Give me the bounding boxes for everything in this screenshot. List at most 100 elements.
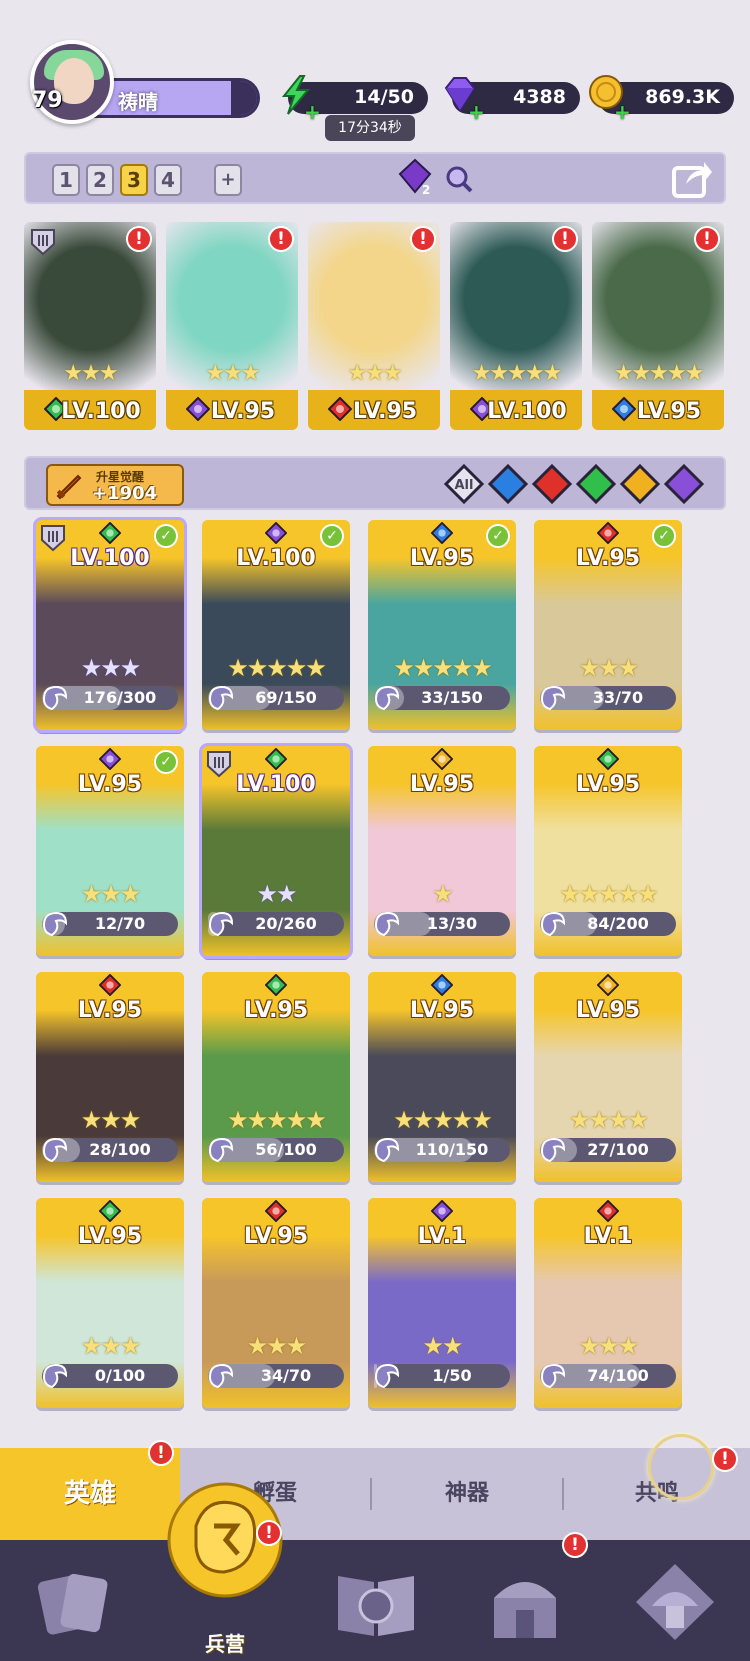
- star-rating: ★★★★★: [227, 1106, 327, 1134]
- team-bar: 1234 + 2: [24, 152, 726, 204]
- shard-progress-bar: 0/100: [42, 1363, 178, 1389]
- svg-text:2: 2: [422, 183, 430, 197]
- hero-level: LV.95: [352, 399, 418, 424]
- map-book-icon: [338, 1576, 414, 1636]
- team-slot-button[interactable]: 2: [86, 164, 114, 196]
- deployed-hero-card[interactable]: ★★★ LV.95!: [166, 222, 298, 430]
- shard-count: 27/100: [587, 1140, 649, 1159]
- awaken-value: +1904: [92, 483, 158, 504]
- gem-resource[interactable]: + 4388: [444, 77, 580, 124]
- tab-heroes-label: 英雄: [63, 1479, 116, 1509]
- hero-card[interactable]: ✓ LV.95 ★★★★★ 33/150: [368, 520, 516, 730]
- hero-level: LV.95: [210, 399, 276, 424]
- hero-card[interactable]: LV.1 ★★★ 74/100: [534, 1198, 682, 1408]
- alert-badge: !: [410, 226, 436, 252]
- team-slot-button[interactable]: 1: [52, 164, 80, 196]
- gold-resource[interactable]: + 869.3K: [589, 75, 734, 124]
- red-element-icon: [99, 974, 121, 996]
- shard-count: 56/100: [255, 1140, 317, 1159]
- filter-dark-icon[interactable]: [664, 464, 704, 504]
- shard-progress-bar: 176/300: [42, 685, 178, 711]
- red-element-icon: [597, 522, 619, 544]
- filter-nature-icon[interactable]: [576, 464, 616, 504]
- hero-card[interactable]: LV.100 ★★ 20/260: [202, 746, 350, 956]
- hero-level: LV.95: [636, 399, 702, 424]
- star-rating: ★★★★★: [393, 1106, 493, 1134]
- hero-level: LV.95: [575, 998, 641, 1023]
- hero-card[interactable]: LV.95 ★★★★ 27/100: [534, 972, 682, 1182]
- hero-level: LV.95: [77, 772, 143, 797]
- shard-icon: [374, 685, 400, 711]
- shard-progress-bar: 20/260: [208, 911, 344, 937]
- shard-icon: [42, 911, 68, 937]
- add-team-button[interactable]: +: [214, 164, 242, 196]
- team-slot-button[interactable]: 3: [120, 164, 148, 196]
- hero-card[interactable]: LV.95 ★★★★★ 84/200: [534, 746, 682, 956]
- shard-icon: [374, 1363, 400, 1389]
- shard-count: 1/50: [432, 1366, 472, 1385]
- energy-value: 14/50: [354, 86, 414, 108]
- blue-element-icon: [431, 522, 453, 544]
- hero-card[interactable]: ✓ LV.95 ★★★ 12/70: [36, 746, 184, 956]
- hero-card[interactable]: LV.95 ★★★ 28/100: [36, 972, 184, 1182]
- team-slot-button[interactable]: 4: [154, 164, 182, 196]
- purple-element-icon: [99, 748, 121, 770]
- hero-card[interactable]: ✓ LV.95 ★★★ 33/70: [534, 520, 682, 730]
- tab-artifact[interactable]: 神器: [372, 1448, 562, 1540]
- star-rating: ★★★★★: [471, 361, 563, 386]
- nav-cards[interactable]: [0, 1540, 150, 1661]
- filter-fire-icon[interactable]: [532, 464, 572, 504]
- check-icon: ✓: [154, 524, 178, 548]
- sparkle-ring-icon[interactable]: [648, 1434, 714, 1500]
- shard-progress-bar: 27/100: [540, 1137, 676, 1163]
- filter-water-icon[interactable]: [488, 464, 528, 504]
- deployed-hero-card[interactable]: ★★★ LV.100!: [24, 222, 156, 430]
- add-gold-icon[interactable]: +: [614, 100, 631, 124]
- green-element-icon: [597, 748, 619, 770]
- nav-barracks[interactable]: 兵营 !: [166, 1482, 284, 1661]
- heroes-alert-badge: !: [148, 1440, 174, 1466]
- add-energy-icon[interactable]: +: [304, 100, 321, 124]
- nav-map[interactable]: [300, 1540, 450, 1661]
- hero-card[interactable]: LV.1 ★★ 1/50: [368, 1198, 516, 1408]
- gold-value: 869.3K: [645, 86, 720, 108]
- alert-badge: !: [126, 226, 152, 252]
- hero-level: LV.95: [575, 546, 641, 571]
- hero-card[interactable]: LV.95 ★ 13/30: [368, 746, 516, 956]
- deployed-hero-card[interactable]: ★★★★★ LV.95!: [592, 222, 724, 430]
- shard-progress-bar: 34/70: [208, 1363, 344, 1389]
- nav-barracks-label: 兵营: [205, 1632, 245, 1656]
- hero-card[interactable]: LV.95 ★★★★★ 56/100: [202, 972, 350, 1182]
- star-rating: ★★★★★: [227, 654, 327, 682]
- hero-level: LV.95: [575, 772, 641, 797]
- team-gem-icon[interactable]: 2: [396, 158, 434, 198]
- shard-count: 84/200: [587, 914, 649, 933]
- filter-light-icon[interactable]: [620, 464, 660, 504]
- tab-artifact-label: 神器: [444, 1481, 489, 1506]
- deployed-hero-card[interactable]: ★★★★★ LV.100!: [450, 222, 582, 430]
- tab-heroes[interactable]: 英雄 !: [0, 1440, 180, 1540]
- hero-level: LV.100: [236, 772, 316, 797]
- shard-icon: [42, 1363, 68, 1389]
- red-element-icon: [265, 1200, 287, 1222]
- add-gem-icon[interactable]: +: [468, 100, 485, 124]
- shard-progress-bar: 56/100: [208, 1137, 344, 1163]
- star-awaken-button[interactable]: 升星觉醒 +1904: [46, 464, 184, 506]
- energy-resource[interactable]: + 14/50: [281, 75, 428, 124]
- hero-card[interactable]: LV.95 ★★★★★ 110/150: [368, 972, 516, 1182]
- red-element-icon: [597, 1200, 619, 1222]
- nav-mushroom[interactable]: [600, 1540, 750, 1661]
- shard-count: 33/150: [421, 688, 483, 707]
- shard-progress-bar: 12/70: [42, 911, 178, 937]
- hero-card[interactable]: ✓ LV.100 ★★★ 176/300: [36, 520, 184, 730]
- deployed-hero-card[interactable]: ★★★ LV.95!: [308, 222, 440, 430]
- share-icon[interactable]: [670, 158, 714, 200]
- nav-temple[interactable]: !: [450, 1532, 600, 1661]
- search-icon[interactable]: [444, 164, 474, 194]
- filter-all-icon[interactable]: All: [444, 464, 484, 504]
- shard-count: 34/70: [260, 1366, 312, 1385]
- hero-card[interactable]: LV.95 ★★★ 0/100: [36, 1198, 184, 1408]
- hero-card[interactable]: LV.95 ★★★ 34/70: [202, 1198, 350, 1408]
- hero-card[interactable]: ✓ LV.100 ★★★★★ 69/150: [202, 520, 350, 730]
- shard-icon: [208, 1363, 234, 1389]
